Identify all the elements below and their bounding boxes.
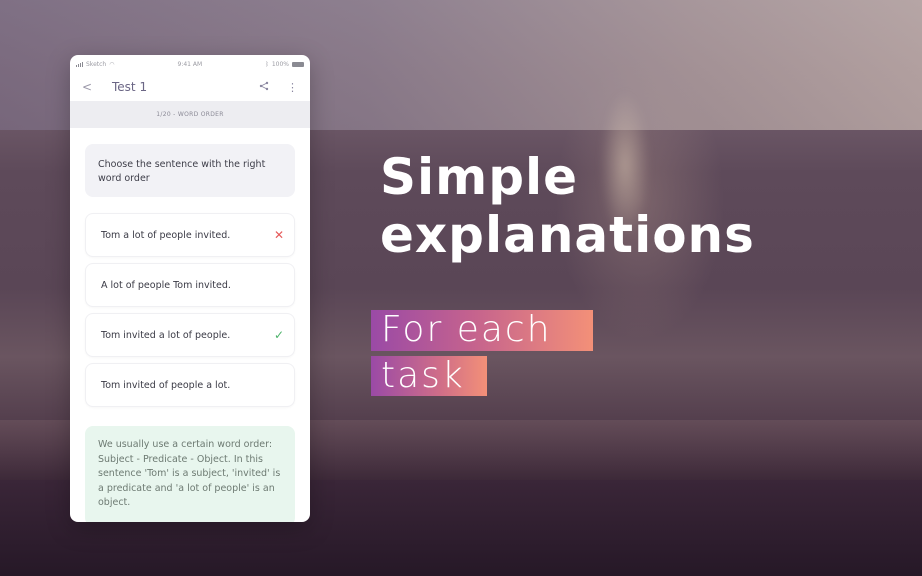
check-icon: ✓ bbox=[273, 328, 284, 342]
app-bar: < Test 1 ⋮ bbox=[70, 73, 310, 101]
answer-option[interactable]: A lot of people Tom invited. bbox=[85, 263, 295, 307]
explanation-card: We usually use a certain word order: Sub… bbox=[85, 426, 295, 522]
answer-option[interactable]: Tom invited a lot of people. ✓ bbox=[85, 313, 295, 357]
answer-text: Tom invited a lot of people. bbox=[101, 329, 231, 341]
answer-option[interactable]: Tom a lot of people invited. ✕ bbox=[85, 213, 295, 257]
question-card: Choose the sentence with the right word … bbox=[85, 144, 295, 197]
quiz-content: Choose the sentence with the right word … bbox=[70, 128, 310, 522]
back-icon[interactable]: < bbox=[82, 80, 112, 94]
headline-line-1: Simple bbox=[380, 148, 579, 206]
answer-option[interactable]: Tom invited of people a lot. bbox=[85, 363, 295, 407]
carrier-label: Sketch bbox=[86, 60, 107, 68]
screen-title: Test 1 bbox=[112, 80, 148, 94]
promo-tag-line-1: For each bbox=[371, 310, 593, 351]
bluetooth-icon: ᛒ bbox=[265, 60, 269, 68]
battery-icon bbox=[292, 61, 304, 67]
more-options-icon[interactable]: ⋮ bbox=[287, 81, 298, 94]
wifi-icon: ◠ bbox=[109, 60, 115, 68]
battery-percent: 100% bbox=[271, 60, 289, 68]
promo-headline: Simple explanations bbox=[380, 148, 755, 264]
signal-icon bbox=[76, 61, 83, 67]
answer-text: A lot of people Tom invited. bbox=[101, 279, 231, 291]
share-icon[interactable] bbox=[259, 81, 269, 94]
answer-text: Tom invited of people a lot. bbox=[101, 379, 231, 391]
wrong-icon: ✕ bbox=[273, 228, 284, 242]
answer-options: Tom a lot of people invited. ✕ A lot of … bbox=[85, 213, 295, 407]
answer-text: Tom a lot of people invited. bbox=[101, 229, 231, 241]
headline-line-2: explanations bbox=[380, 206, 755, 264]
clock: 9:41 AM bbox=[177, 60, 203, 68]
phone-mockup: Sketch ◠ 9:41 AM ᛒ 100% < Test 1 ⋮ 1/20 … bbox=[70, 55, 310, 522]
status-bar: Sketch ◠ 9:41 AM ᛒ 100% bbox=[70, 55, 310, 73]
progress-label: 1/20 - WORD ORDER bbox=[70, 101, 310, 128]
promo-tag-line-2: task bbox=[371, 356, 487, 396]
